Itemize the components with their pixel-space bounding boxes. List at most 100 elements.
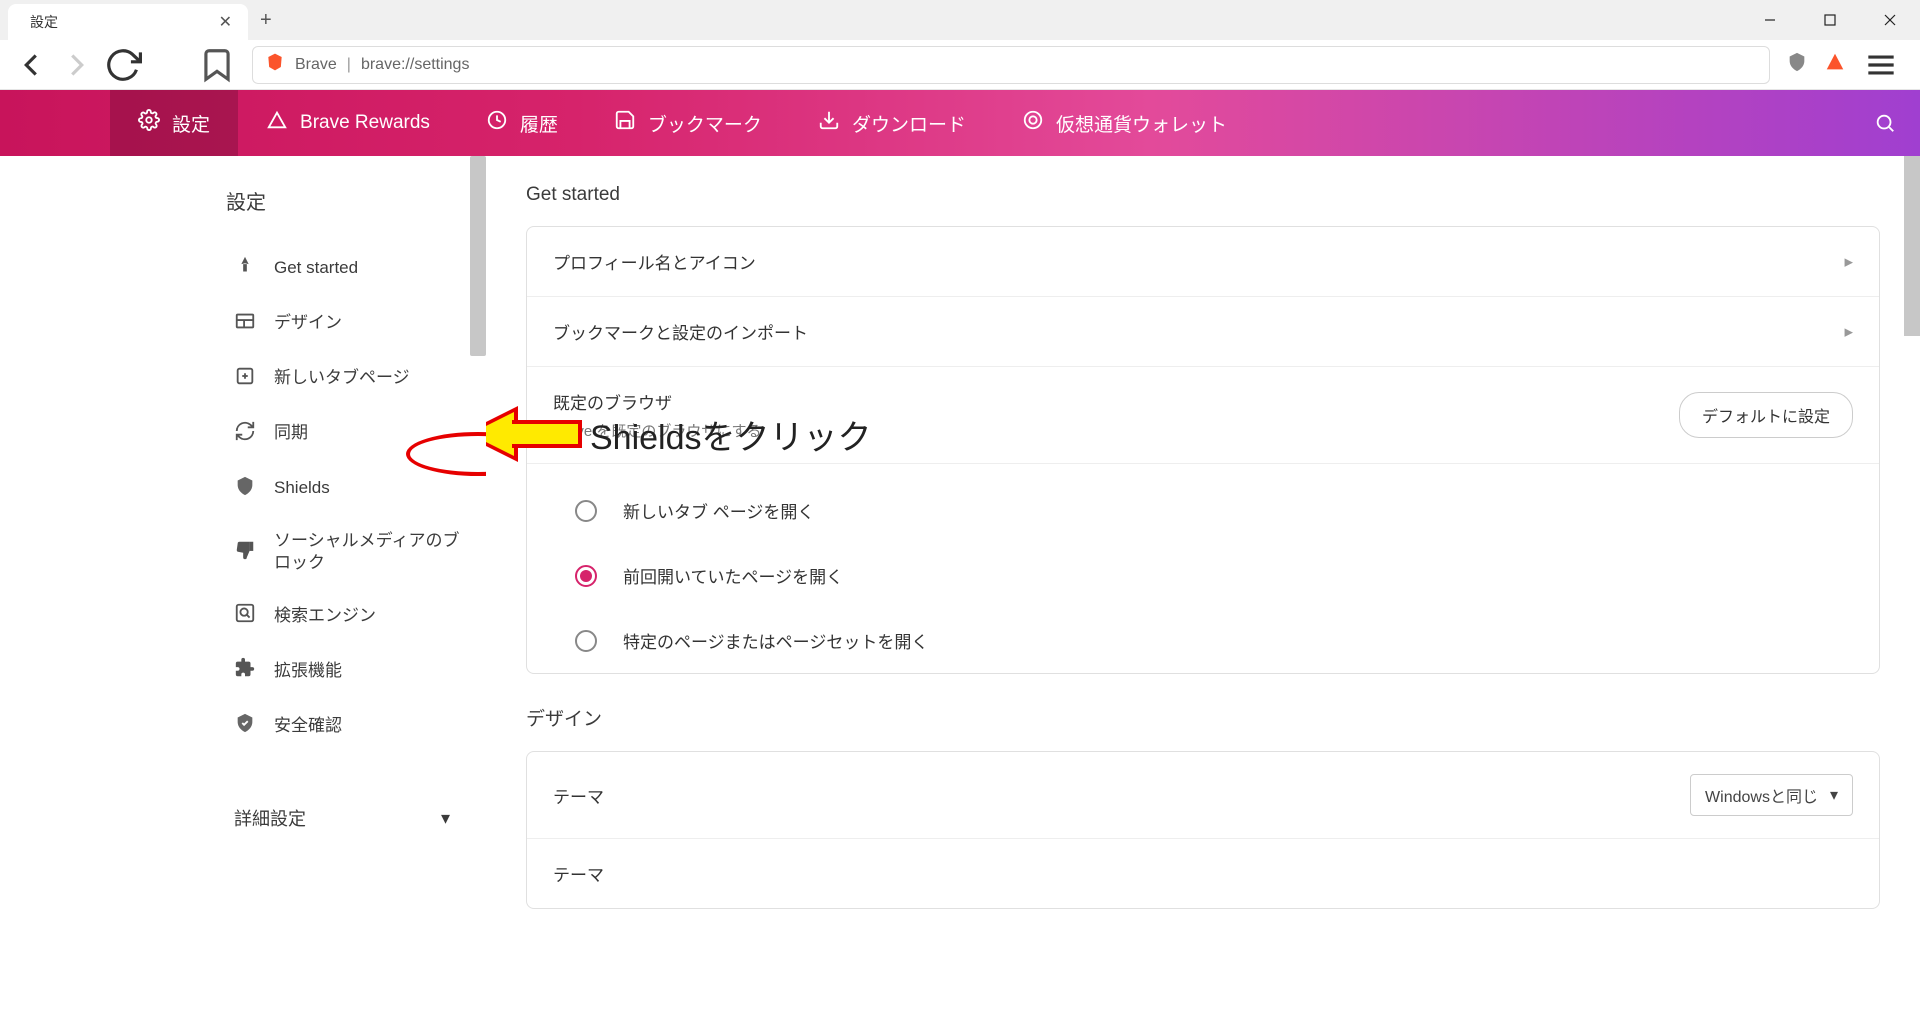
header-label: 設定: [172, 110, 210, 137]
header-label: ダウンロード: [852, 110, 966, 137]
row-label: テーマ: [553, 861, 604, 886]
section-title-get-started: Get started: [526, 184, 1880, 206]
row-label: テーマ: [553, 783, 604, 808]
sidebar-item-safety[interactable]: 安全確認: [226, 698, 470, 753]
chevron-down-icon: ▾: [1830, 785, 1838, 805]
sidebar-item-new-tab[interactable]: 新しいタブページ: [226, 351, 470, 406]
history-icon: [486, 109, 508, 137]
header-search-button[interactable]: [1850, 90, 1920, 156]
browser-tab[interactable]: 設定 ✕: [8, 4, 248, 40]
sidebar-advanced[interactable]: 詳細設定 ▾: [226, 791, 470, 845]
set-default-button[interactable]: デフォルトに設定: [1679, 392, 1853, 438]
bookmark-button[interactable]: [198, 46, 236, 84]
maximize-button[interactable]: [1800, 0, 1860, 40]
sidebar-item-label: 安全確認: [274, 715, 342, 737]
advanced-label: 詳細設定: [234, 805, 306, 831]
sidebar-item-label: 同期: [274, 422, 308, 444]
wallet-icon: [1022, 109, 1044, 137]
sidebar-item-label: 新しいタブページ: [274, 367, 410, 389]
sidebar-item-label: ソーシャルメディアのブロック: [274, 530, 462, 574]
sidebar-item-label: 拡張機能: [274, 660, 342, 682]
browser-toolbar: Brave | brave://settings: [0, 40, 1920, 90]
row-import[interactable]: ブックマークと設定のインポート ▸: [527, 297, 1879, 367]
menu-button[interactable]: [1862, 46, 1900, 84]
rewards-toolbar-icon[interactable]: [1824, 51, 1846, 78]
new-tab-button[interactable]: +: [248, 0, 284, 40]
select-value: Windowsと同じ: [1705, 783, 1818, 807]
brave-lion-icon: [265, 52, 285, 77]
chevron-right-icon: ▸: [1844, 322, 1853, 342]
row-theme: テーマ Windowsと同じ ▾: [527, 752, 1879, 839]
sidebar-item-design[interactable]: デザイン: [226, 296, 470, 351]
sidebar-item-social-block[interactable]: ソーシャルメディアのブロック: [226, 516, 470, 588]
header-label: Brave Rewards: [300, 112, 430, 134]
radio-option-new-tab[interactable]: 新しいタブ ページを開く: [527, 478, 1879, 543]
settings-main: 設定 Get started デザイン 新しいタブページ 同期 Shields: [0, 156, 1920, 1020]
triangle-icon: [266, 109, 288, 137]
gear-icon: [138, 109, 160, 137]
address-separator: |: [347, 56, 351, 74]
row-theme-2: テーマ: [527, 839, 1879, 908]
forward-button[interactable]: [58, 46, 96, 84]
back-button[interactable]: [12, 46, 50, 84]
close-window-button[interactable]: [1860, 0, 1920, 40]
header-tab-wallet[interactable]: 仮想通貨ウォレット: [994, 90, 1255, 156]
row-label: プロフィール名とアイコン: [553, 249, 756, 274]
header-tab-history[interactable]: 履歴: [458, 90, 586, 156]
header-tab-settings[interactable]: 設定: [110, 90, 238, 156]
left-padding: [0, 156, 200, 1020]
radio-label: 新しいタブ ページを開く: [623, 498, 814, 523]
radio-label: 特定のページまたはページセットを開く: [623, 628, 928, 653]
sidebar-item-label: デザイン: [274, 312, 342, 334]
sidebar-item-label: Shields: [274, 477, 330, 499]
radio-icon: [575, 565, 597, 587]
design-card: テーマ Windowsと同じ ▾ テーマ: [526, 751, 1880, 909]
chevron-right-icon: ▸: [1844, 252, 1853, 272]
sidebar-item-search-engine[interactable]: 検索エンジン: [226, 588, 470, 643]
header-label: 仮想通貨ウォレット: [1056, 110, 1227, 137]
shield-check-icon: [234, 712, 256, 739]
address-brand: Brave: [295, 56, 337, 74]
sidebar-item-label: 検索エンジン: [274, 605, 376, 627]
sync-icon: [234, 420, 256, 447]
download-icon: [818, 109, 840, 137]
settings-sidebar: 設定 Get started デザイン 新しいタブページ 同期 Shields: [200, 156, 470, 1020]
bookmark-save-icon: [614, 109, 636, 137]
theme-select[interactable]: Windowsと同じ ▾: [1690, 774, 1853, 816]
address-url: brave://settings: [361, 56, 470, 74]
radio-label: 前回開いていたページを開く: [623, 563, 843, 588]
header-label: ブックマーク: [648, 110, 762, 137]
radio-option-specific[interactable]: 特定のページまたはページセットを開く: [527, 608, 1879, 673]
row-label: 既定のブラウザ: [553, 389, 762, 414]
sidebar-item-label: Get started: [274, 257, 358, 279]
settings-header: 設定 Brave Rewards 履歴 ブックマーク ダウンロード 仮想通貨ウォ…: [0, 90, 1920, 156]
content-scrollbar[interactable]: [1904, 156, 1920, 336]
plus-box-icon: [234, 365, 256, 392]
window-controls: [1740, 0, 1920, 40]
radio-option-continue[interactable]: 前回開いていたページを開く: [527, 543, 1879, 608]
header-tab-bookmarks[interactable]: ブックマーク: [586, 90, 790, 156]
chevron-down-icon: ▾: [441, 808, 450, 829]
get-started-card: プロフィール名とアイコン ▸ ブックマークと設定のインポート ▸ 既定のブラウザ…: [526, 226, 1880, 674]
header-label: 履歴: [520, 110, 558, 137]
header-tab-rewards[interactable]: Brave Rewards: [238, 90, 458, 156]
radio-icon: [575, 630, 597, 652]
sidebar-item-get-started[interactable]: Get started: [226, 241, 470, 296]
shield-toolbar-icon[interactable]: [1786, 51, 1808, 78]
sidebar-scrollbar[interactable]: [470, 156, 486, 356]
close-tab-icon[interactable]: ✕: [215, 12, 236, 32]
address-bar[interactable]: Brave | brave://settings: [252, 46, 1770, 84]
sidebar-item-shields[interactable]: Shields: [226, 461, 470, 516]
sidebar-item-sync[interactable]: 同期: [226, 406, 470, 461]
reload-button[interactable]: [104, 46, 142, 84]
row-default-browser: 既定のブラウザ Brave を既定のブラウザにする デフォルトに設定: [527, 367, 1879, 464]
row-profile[interactable]: プロフィール名とアイコン ▸: [527, 227, 1879, 297]
search-box-icon: [234, 602, 256, 629]
puzzle-icon: [234, 657, 256, 684]
shield-icon: [234, 475, 256, 502]
sidebar-title: 設定: [226, 186, 470, 215]
window-titlebar: 設定 ✕ +: [0, 0, 1920, 40]
minimize-button[interactable]: [1740, 0, 1800, 40]
header-tab-downloads[interactable]: ダウンロード: [790, 90, 994, 156]
sidebar-item-extensions[interactable]: 拡張機能: [226, 643, 470, 698]
